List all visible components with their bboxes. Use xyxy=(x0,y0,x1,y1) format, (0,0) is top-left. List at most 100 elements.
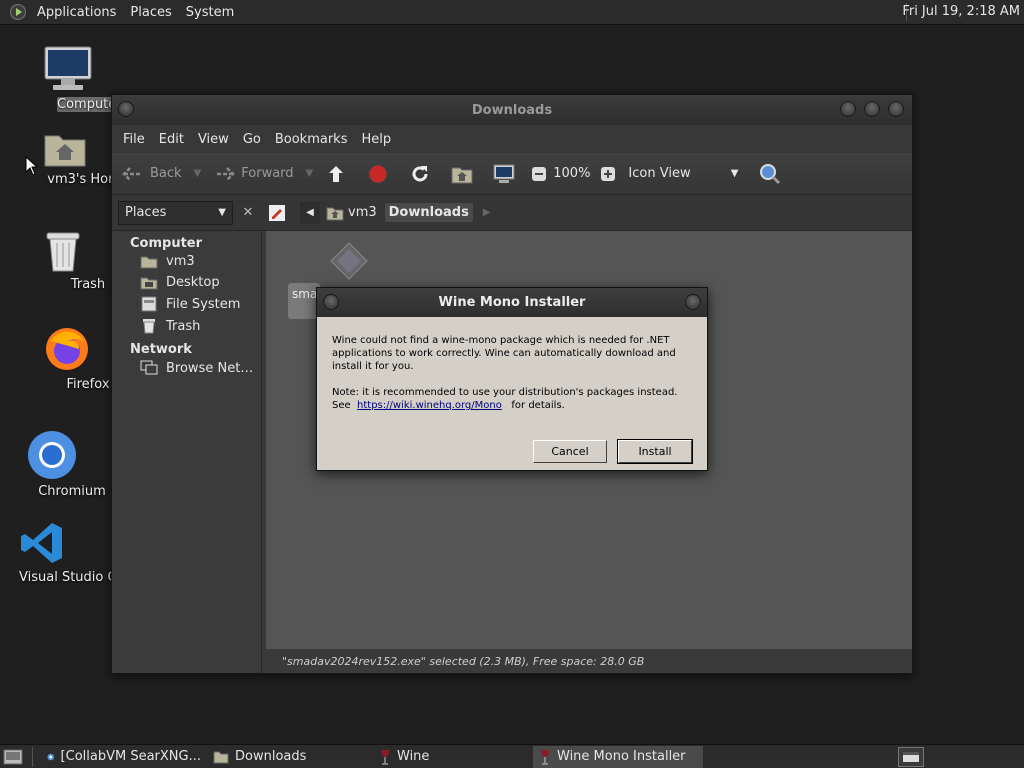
system-menu[interactable]: System xyxy=(179,5,241,20)
back-arrow-icon xyxy=(122,166,142,181)
dialog-menu-icon[interactable] xyxy=(323,294,339,310)
sidebar-item-label: vm3 xyxy=(166,254,195,269)
wiki-link[interactable]: https://wiki.winehq.org/Mono xyxy=(357,400,502,411)
dialog-close-icon[interactable] xyxy=(685,294,701,310)
clock[interactable]: Fri Jul 19, 2:18 AM xyxy=(902,4,1020,19)
task-label: Wine Mono Installer xyxy=(557,749,686,764)
cancel-button[interactable]: Cancel xyxy=(533,440,607,463)
status-bar: "smadav2024rev152.exe" selected (2.3 MB)… xyxy=(266,649,912,673)
task-wine[interactable]: Wine xyxy=(373,746,533,768)
search-icon[interactable] xyxy=(758,162,782,186)
view-mode-label: Icon View xyxy=(628,166,691,181)
sidebar-item-label: Desktop xyxy=(166,275,220,290)
vscode-icon xyxy=(19,520,111,566)
install-button[interactable]: Install xyxy=(617,439,693,464)
back-label: Back xyxy=(150,166,182,181)
chromium-icon xyxy=(27,430,117,480)
back-button[interactable]: Back xyxy=(122,166,182,182)
sidebar-header-computer: Computer xyxy=(130,236,203,251)
task-collabvm[interactable]: [CollabVM SearXNG... xyxy=(41,746,207,768)
breadcrumb-right-arrow-icon[interactable]: ▶ xyxy=(483,207,491,218)
details-text: for details. xyxy=(511,400,565,411)
close-sidebar-icon[interactable]: ✕ xyxy=(238,202,258,224)
exe-file-icon[interactable] xyxy=(329,241,369,281)
edit-location-icon[interactable] xyxy=(266,202,288,224)
desktop-folder-icon xyxy=(140,277,158,289)
task-downloads[interactable]: Downloads xyxy=(207,746,373,768)
desktop-icon-vscode[interactable]: Visual Studio Code xyxy=(19,520,111,585)
desktop-icon-label: Visual Studio Code xyxy=(19,570,111,585)
note-text: Note: it is recommended to use your dist… xyxy=(332,387,678,398)
sidebar-item-trash[interactable]: Trash xyxy=(112,315,261,337)
computer-icon[interactable] xyxy=(491,163,517,185)
reload-icon[interactable] xyxy=(407,163,433,185)
trash-icon xyxy=(143,319,155,334)
dialog-titlebar[interactable]: Wine Mono Installer xyxy=(317,288,707,317)
dialog-body: Wine could not find a wine-mono package … xyxy=(317,317,707,412)
home-folder-icon[interactable] xyxy=(449,163,475,185)
sidebar-header-network: Network xyxy=(130,342,192,357)
places-selector-label: Places xyxy=(125,205,167,220)
menu-file[interactable]: File xyxy=(116,132,152,147)
location-bar: Places ▼ ✕ ◀ vm3 Downloads ▶ xyxy=(112,195,912,231)
breadcrumb-downloads[interactable]: Downloads xyxy=(384,203,473,222)
wine-glass-icon xyxy=(381,749,389,764)
folder-icon xyxy=(213,751,229,763)
toolbar: Back ▼ Forward ▼ 100% Icon View ▼ xyxy=(112,153,912,195)
chromium-icon xyxy=(47,753,55,760)
places-sidebar: Computer vm3 Desktop File System Trash N… xyxy=(112,231,262,673)
top-panel: Applications Places System Fri Jul 19, 2… xyxy=(0,0,1024,25)
zoom-out-icon[interactable] xyxy=(531,166,547,182)
sidebar-item-desktop[interactable]: Desktop xyxy=(112,272,261,293)
mouse-pointer-icon xyxy=(25,156,37,176)
home-folder-icon xyxy=(140,256,158,268)
forward-label: Forward xyxy=(241,166,294,181)
forward-button[interactable]: Forward xyxy=(213,166,294,182)
chevron-down-icon: ▼ xyxy=(730,168,739,179)
task-label: Wine xyxy=(397,749,430,764)
show-desktop-icon[interactable] xyxy=(2,747,24,767)
applications-menu[interactable]: Applications xyxy=(30,5,123,20)
close-icon[interactable] xyxy=(888,101,904,117)
stop-icon[interactable] xyxy=(365,163,391,185)
home-folder-icon xyxy=(326,207,344,220)
breadcrumb-left-arrow-icon[interactable]: ◀ xyxy=(300,201,320,224)
sidebar-item-label: File System xyxy=(166,296,241,312)
network-icon xyxy=(140,360,158,375)
sidebar-item-browse-network[interactable]: Browse Net… xyxy=(112,357,261,379)
sidebar-item-vm3[interactable]: vm3 xyxy=(112,251,261,272)
workspace-icon xyxy=(903,751,919,762)
desktop-icon-chromium[interactable]: Chromium xyxy=(27,430,117,499)
sidebar-item-file-system[interactable]: File System xyxy=(112,293,261,315)
zoom-level: 100% xyxy=(553,166,591,181)
minimize-icon[interactable] xyxy=(840,101,856,117)
task-wine-mono-installer[interactable]: Wine Mono Installer xyxy=(533,745,703,768)
places-selector[interactable]: Places ▼ xyxy=(118,200,233,225)
menu-bookmarks[interactable]: Bookmarks xyxy=(268,132,355,147)
up-arrow-icon[interactable] xyxy=(325,163,347,185)
breadcrumb-vm3[interactable]: vm3 xyxy=(344,203,381,222)
panel-menu: Applications Places System xyxy=(30,0,241,24)
dialog-message: Wine could not find a wine-mono package … xyxy=(332,335,676,372)
taskbar: [CollabVM SearXNG... Downloads Wine Wine… xyxy=(0,744,1024,768)
menu-edit[interactable]: Edit xyxy=(152,132,191,147)
window-title: Downloads xyxy=(471,102,553,118)
desktop-icon-label: Chromium xyxy=(38,484,106,499)
zoom-in-icon[interactable] xyxy=(600,166,616,182)
places-menu[interactable]: Places xyxy=(123,5,178,20)
forward-arrow-icon xyxy=(215,166,236,181)
forward-history-dropdown-icon[interactable]: ▼ xyxy=(306,168,314,179)
menu-go[interactable]: Go xyxy=(236,132,268,147)
window-titlebar[interactable]: Downloads xyxy=(112,95,912,125)
window-menu-icon[interactable] xyxy=(118,101,134,117)
back-history-dropdown-icon[interactable]: ▼ xyxy=(194,168,202,179)
menu-view[interactable]: View xyxy=(191,132,236,147)
dialog-title: Wine Mono Installer xyxy=(438,295,586,310)
view-mode-select[interactable]: Icon View ▼ xyxy=(628,166,738,181)
distro-logo-icon[interactable] xyxy=(10,4,26,20)
menu-help[interactable]: Help xyxy=(354,132,398,147)
task-label: [CollabVM SearXNG... xyxy=(60,749,201,764)
workspace-switcher[interactable] xyxy=(898,746,924,767)
drive-icon xyxy=(141,296,157,312)
maximize-icon[interactable] xyxy=(864,101,880,117)
